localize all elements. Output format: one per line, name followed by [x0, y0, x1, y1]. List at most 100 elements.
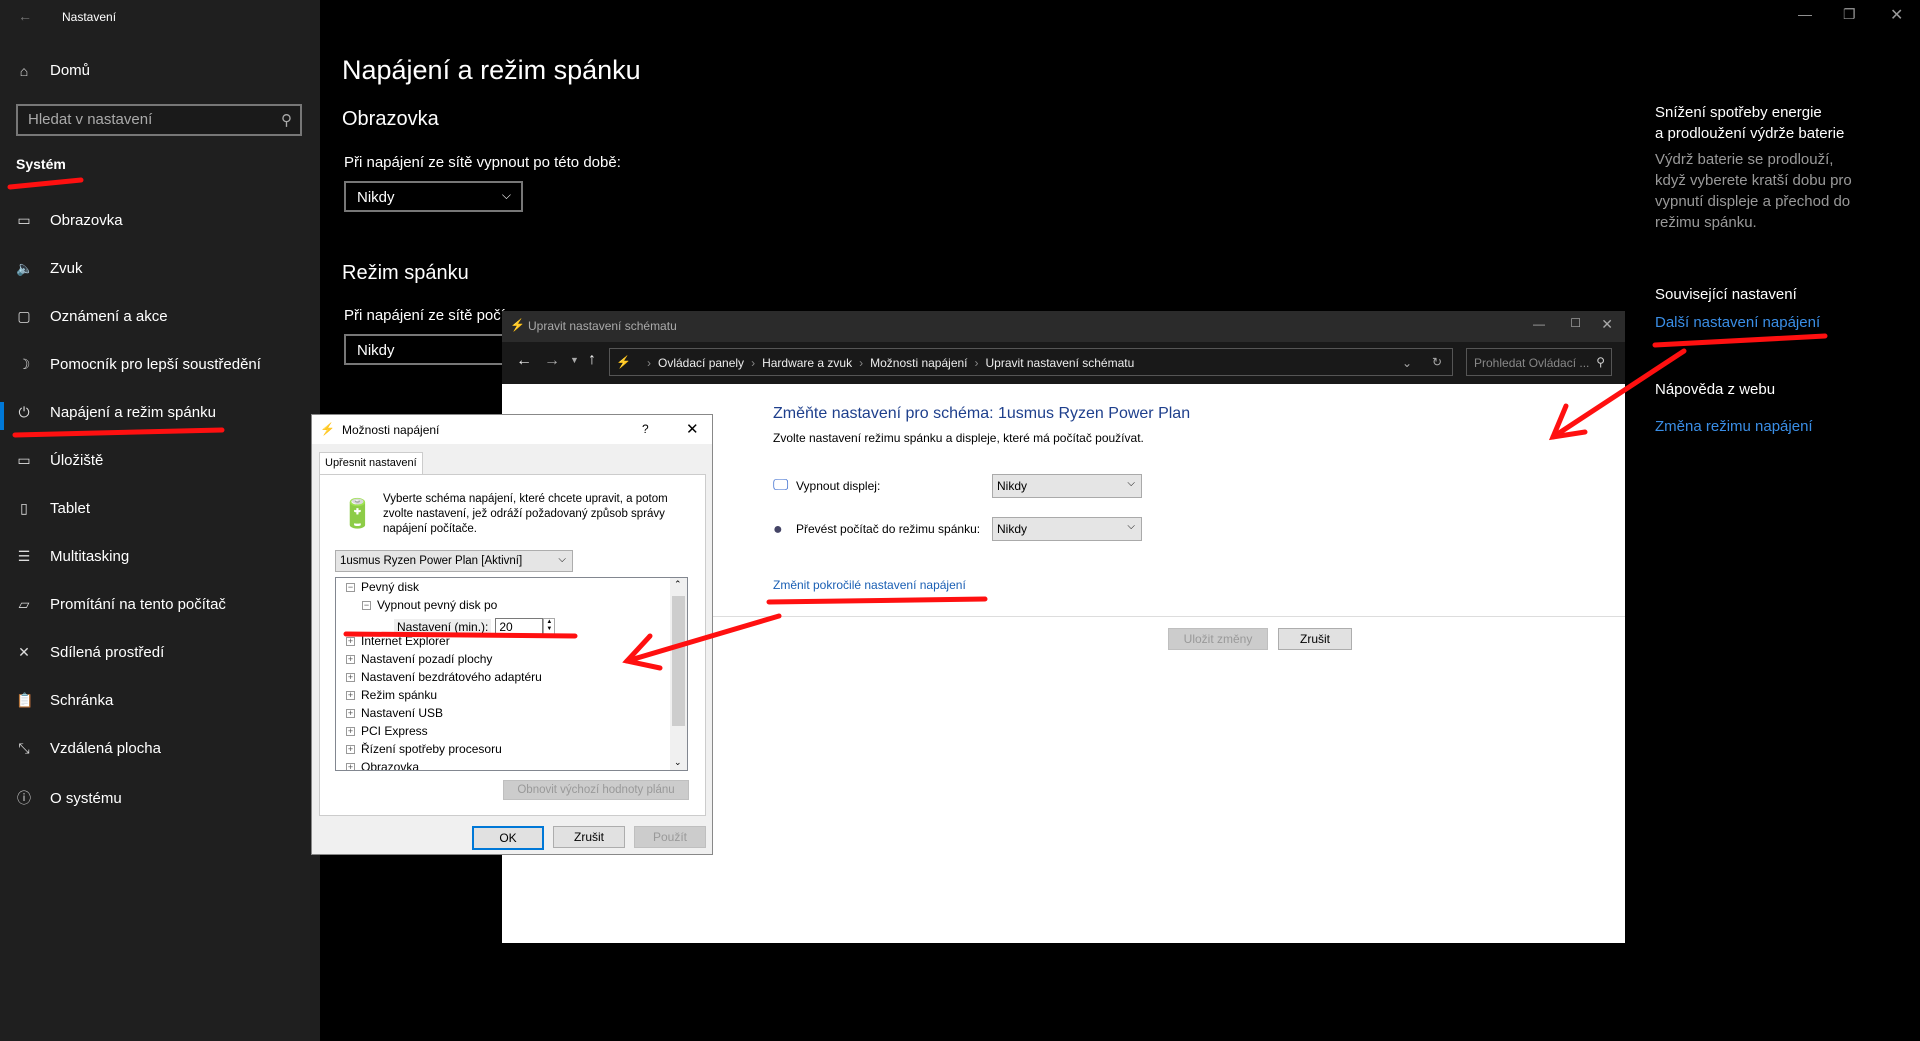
tree-item[interactable]: + Režim spánku — [346, 688, 437, 702]
close-button[interactable]: ✕ — [1601, 316, 1613, 333]
expand-icon[interactable]: + — [346, 690, 355, 700]
expand-icon[interactable]: + — [346, 744, 355, 754]
advanced-settings-link[interactable]: Změnit pokročilé nastavení napájení — [773, 578, 966, 592]
display-label: Vypnout displej: — [796, 479, 881, 493]
cp-sleep-label: Převést počítač do režimu spánku: — [796, 522, 981, 536]
tree-item[interactable]: + Internet Explorer — [346, 634, 450, 648]
scroll-up-icon[interactable]: ⌃ — [674, 579, 682, 590]
refresh-icon[interactable]: ↻ — [1432, 355, 1442, 369]
scrollbar-thumb[interactable] — [672, 596, 685, 726]
expand-icon[interactable]: + — [346, 762, 355, 770]
forward-icon[interactable]: → — [544, 352, 560, 370]
home-icon: ⌂ — [19, 62, 29, 79]
tree-item[interactable]: + Nastavení bezdrátového adaptéru — [346, 670, 542, 684]
search-icon: ⚲ — [1596, 355, 1605, 369]
tab-advanced-settings[interactable]: Upřesnit nastavení — [319, 452, 423, 475]
page-title: Napájení a režim spánku — [342, 55, 641, 85]
ok-button[interactable]: OK — [472, 826, 544, 850]
screen-timeout-dropdown[interactable]: Nikdy ⌵ — [344, 181, 523, 212]
breadcrumb[interactable]: ⚡ › Ovládací panely › Hardware a zvuk › Možno… — [609, 348, 1453, 376]
tree-item[interactable]: + Nastavení USB — [346, 706, 443, 720]
help-button[interactable]: ? — [642, 422, 649, 436]
tree-scrollbar[interactable]: ⌃ ⌄ — [670, 578, 687, 770]
sidebar-item-home[interactable]: ⌂ Domů — [16, 62, 90, 79]
back-icon[interactable]: ← — [516, 352, 532, 370]
power-icon: ⏻ — [18, 404, 30, 420]
tree-item[interactable]: + Nastavení pozadí plochy — [346, 652, 492, 666]
selected-indicator — [0, 402, 4, 430]
recent-dropdown-icon[interactable]: ▼ — [570, 355, 579, 365]
tip-title-1: Snížení spotřeby energie — [1655, 104, 1822, 121]
up-icon[interactable]: ↑ — [588, 351, 596, 369]
tree-item[interactable]: − Vypnout pevný disk po — [362, 598, 497, 612]
apply-button[interactable]: Použít — [634, 826, 706, 848]
aside: Snížení spotřeby energie a prodloužení v… — [1655, 102, 1895, 437]
sidebar-item-label: Vzdálená plocha — [50, 740, 161, 757]
settings-tree[interactable]: − Pevný disk − Vypnout pevný disk po + Intern… — [335, 577, 688, 771]
sidebar-item-label: Zvuk — [50, 260, 83, 277]
breadcrumb-item[interactable]: Ovládací panely — [658, 356, 744, 370]
scroll-down-icon[interactable]: ⌄ — [674, 757, 682, 768]
home-label: Domů — [50, 62, 91, 79]
sidebar-item[interactable]: ☰ Multitasking — [16, 548, 129, 565]
sleep-value: Nikdy — [997, 522, 1028, 536]
sidebar-item[interactable]: 🔈 Zvuk — [16, 260, 83, 277]
tree-item[interactable]: − Pevný disk — [346, 580, 419, 594]
spinner-button[interactable]: ▲ ▼ — [543, 618, 556, 635]
setting-label: Nastavení (min.): — [394, 618, 492, 635]
related-link[interactable]: Další nastavení napájení — [1655, 312, 1895, 333]
back-arrow-icon[interactable]: ← — [18, 8, 32, 24]
tree-item-label: Nastavení pozadí plochy — [361, 652, 493, 666]
multitasking-icon: ☰ — [17, 548, 31, 564]
sleep-dropdown[interactable]: Nikdy ⌵ — [992, 517, 1142, 541]
sidebar-item[interactable]: ▭ Obrazovka — [16, 212, 122, 229]
display-dropdown[interactable]: Nikdy ⌵ — [992, 474, 1142, 498]
display-value: Nikdy — [997, 479, 1028, 493]
tree-item[interactable]: + Obrazovka — [346, 760, 419, 770]
breadcrumb-item[interactable]: Možnosti napájení — [870, 356, 967, 370]
tree-item[interactable]: + Řízení spotřeby procesoru — [346, 742, 502, 756]
restore-defaults-button[interactable]: Obnovit výchozí hodnoty plánu — [503, 780, 689, 800]
expand-icon[interactable]: + — [346, 708, 355, 718]
sidebar-item[interactable]: ⤡ Vzdálená plocha — [16, 740, 161, 757]
cp-search-input[interactable]: Prohledat Ovládací ... ⚲ — [1466, 348, 1612, 376]
maximize-button[interactable]: ☐ — [1570, 316, 1581, 330]
sidebar-item[interactable]: ⓘ O systému — [16, 788, 122, 808]
sidebar-item[interactable]: ▱ Promítání na tento počítač — [16, 596, 226, 613]
expand-icon[interactable]: + — [346, 636, 355, 646]
plan-dropdown[interactable]: 1usmus Ryzen Power Plan [Aktivní] ⌵ — [335, 550, 573, 572]
sidebar-item[interactable]: ▯ Tablet — [16, 500, 90, 517]
expand-icon[interactable]: + — [346, 654, 355, 664]
close-button[interactable]: ✕ — [1890, 5, 1903, 25]
sidebar-item[interactable]: ▢ Oznámení a akce — [16, 308, 167, 325]
expand-icon[interactable]: + — [346, 726, 355, 736]
sidebar-item[interactable]: ☽ Pomocník pro lepší soustředění — [16, 356, 261, 373]
sidebar-item[interactable]: ✕ Sdílená prostředí — [16, 644, 164, 661]
cp-titlebar: ⚡ Upravit nastavení schématu — ☐ ✕ — [502, 311, 1625, 342]
breadcrumb-item[interactable]: Upravit nastavení schématu — [986, 356, 1135, 370]
help-link[interactable]: Změna režimu napájení — [1655, 416, 1895, 437]
save-changes-button[interactable]: Uložit změny — [1168, 628, 1268, 650]
cp-cancel-button[interactable]: Zrušit — [1278, 628, 1352, 650]
settings-search-input[interactable]: Hledat v nastavení ⚲ — [16, 104, 302, 136]
related-heading: Související nastavení — [1655, 286, 1797, 303]
dialog-cancel-button[interactable]: Zrušit — [553, 826, 625, 848]
sidebar-item[interactable]: 📋 Schránka — [16, 692, 113, 709]
collapse-icon[interactable]: − — [346, 582, 355, 592]
restore-button[interactable]: ❐ — [1843, 6, 1856, 23]
sidebar-item[interactable]: ▭ Úložiště — [16, 452, 103, 469]
sidebar-item[interactable]: ⏻ Napájení a režim spánku — [16, 404, 215, 421]
history-dropdown-icon[interactable]: ⌄ — [1402, 356, 1412, 370]
settings-sidebar: ← Nastavení ⌂ Domů Hledat v nastavení ⚲ Sy… — [0, 0, 320, 1041]
minimize-button[interactable]: — — [1533, 317, 1545, 331]
close-button[interactable]: ✕ — [686, 420, 699, 438]
tree-item[interactable]: + PCI Express — [346, 724, 428, 738]
collapse-icon[interactable]: − — [362, 600, 371, 610]
minimize-button[interactable]: — — [1798, 6, 1812, 22]
breadcrumb-item[interactable]: Hardware a zvuk — [762, 356, 852, 370]
expand-icon[interactable]: + — [346, 672, 355, 682]
sleep-timeout-dropdown[interactable]: Nikdy — [344, 334, 523, 365]
cp-heading: Změňte nastavení pro schéma: 1usmus Ryze… — [773, 405, 1191, 422]
tree-setting-row: Nastavení (min.): 20 ▲ ▼ — [336, 618, 556, 635]
minutes-input[interactable]: 20 — [495, 618, 544, 635]
